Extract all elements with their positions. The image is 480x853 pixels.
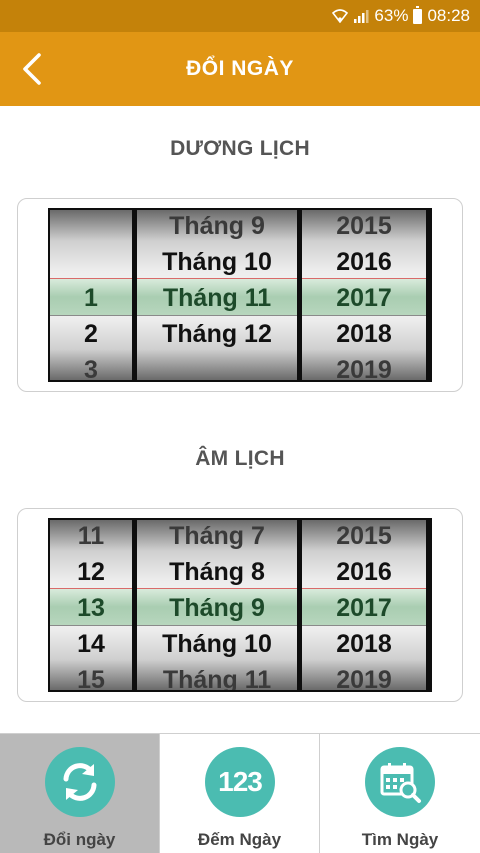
- solar-drum: 1 2 3 Tháng 9 Tháng 10 Tháng 11 Tháng 12…: [48, 208, 432, 382]
- wheel-item-selected[interactable]: Tháng 11: [137, 280, 297, 316]
- solar-date-picker: 1 2 3 Tháng 9 Tháng 10 Tháng 11 Tháng 12…: [17, 198, 463, 392]
- wheel-item[interactable]: 3: [50, 352, 132, 380]
- status-bar: 63% 08:28: [0, 0, 480, 32]
- wheel-item-selected[interactable]: 2017: [302, 280, 426, 316]
- nav-label: Tìm Ngày: [361, 830, 439, 849]
- wheel-item[interactable]: 2016: [302, 554, 426, 590]
- nav-label: Đổi ngày: [43, 830, 116, 849]
- wheel-item[interactable]: Tháng 8: [137, 554, 297, 590]
- count-icon-text: 123: [218, 766, 263, 797]
- wheel-item[interactable]: 12: [50, 554, 132, 590]
- solar-day-wheel[interactable]: 1 2 3: [50, 210, 132, 380]
- nav-item-convert-date[interactable]: Đổi ngày: [0, 734, 160, 853]
- wheel-item[interactable]: Tháng 12: [137, 316, 297, 352]
- signal-icon: [353, 9, 369, 23]
- wheel-item[interactable]: [50, 210, 132, 244]
- solar-year-wheel[interactable]: 2015 2016 2017 2018 2019: [302, 210, 426, 380]
- wheel-item[interactable]: 2: [50, 316, 132, 352]
- solar-section-title: DƯƠNG LỊCH: [170, 137, 310, 160]
- wheel-item[interactable]: 14: [50, 626, 132, 662]
- wheel-item[interactable]: 2018: [302, 316, 426, 352]
- nav-label: Đếm Ngày: [197, 830, 282, 849]
- wheel-item[interactable]: 2015: [302, 210, 426, 244]
- wheel-item[interactable]: Tháng 7: [137, 520, 297, 554]
- wheel-item[interactable]: Tháng 11: [137, 662, 297, 690]
- wheel-item[interactable]: Tháng 10: [137, 626, 297, 662]
- wheel-item[interactable]: Tháng 10: [137, 244, 297, 280]
- bottom-nav: Đổi ngày 123 Đếm Ngày Tìm Ngày: [0, 733, 480, 853]
- convert-arrows-icon: [45, 747, 115, 817]
- nav-item-find-day[interactable]: Tìm Ngày: [320, 734, 480, 853]
- wheel-item[interactable]: 2019: [302, 662, 426, 690]
- wifi-icon: [332, 9, 349, 23]
- nav-item-count-days[interactable]: 123 Đếm Ngày: [160, 734, 320, 853]
- lunar-date-picker: 11 12 13 14 15 Tháng 7 Tháng 8 Tháng 9 T…: [17, 508, 463, 702]
- page-title: ĐỔI NGÀY: [186, 57, 294, 80]
- lunar-month-wheel[interactable]: Tháng 7 Tháng 8 Tháng 9 Tháng 10 Tháng 1…: [137, 520, 297, 690]
- wheel-item[interactable]: 15: [50, 662, 132, 690]
- wheel-item[interactable]: 2015: [302, 520, 426, 554]
- clock-time: 08:28: [427, 6, 470, 25]
- lunar-year-wheel[interactable]: 2015 2016 2017 2018 2019: [302, 520, 426, 690]
- wheel-item-selected[interactable]: 2017: [302, 590, 426, 626]
- count-123-icon: 123: [205, 747, 275, 817]
- lunar-drum: 11 12 13 14 15 Tháng 7 Tháng 8 Tháng 9 T…: [48, 518, 432, 692]
- wheel-item[interactable]: [50, 244, 132, 280]
- wheel-item[interactable]: [137, 352, 297, 380]
- wheel-item-selected[interactable]: Tháng 9: [137, 590, 297, 626]
- wheel-item[interactable]: 11: [50, 520, 132, 554]
- wheel-item[interactable]: 2016: [302, 244, 426, 280]
- wheel-item-selected[interactable]: 1: [50, 280, 132, 316]
- app-bar: ĐỔI NGÀY: [0, 32, 480, 106]
- wheel-item[interactable]: Tháng 9: [137, 210, 297, 244]
- wheel-item-selected[interactable]: 13: [50, 590, 132, 626]
- lunar-day-wheel[interactable]: 11 12 13 14 15: [50, 520, 132, 690]
- wheel-item[interactable]: 2019: [302, 352, 426, 380]
- lunar-section-title: ÂM LỊCH: [195, 447, 285, 470]
- back-button[interactable]: [8, 45, 56, 93]
- chevron-left-icon: [23, 53, 41, 85]
- battery-icon: [413, 5, 423, 24]
- calendar-search-icon: [365, 747, 435, 817]
- battery-percent: 63%: [374, 6, 409, 25]
- solar-month-wheel[interactable]: Tháng 9 Tháng 10 Tháng 11 Tháng 12: [137, 210, 297, 380]
- wheel-item[interactable]: 2018: [302, 626, 426, 662]
